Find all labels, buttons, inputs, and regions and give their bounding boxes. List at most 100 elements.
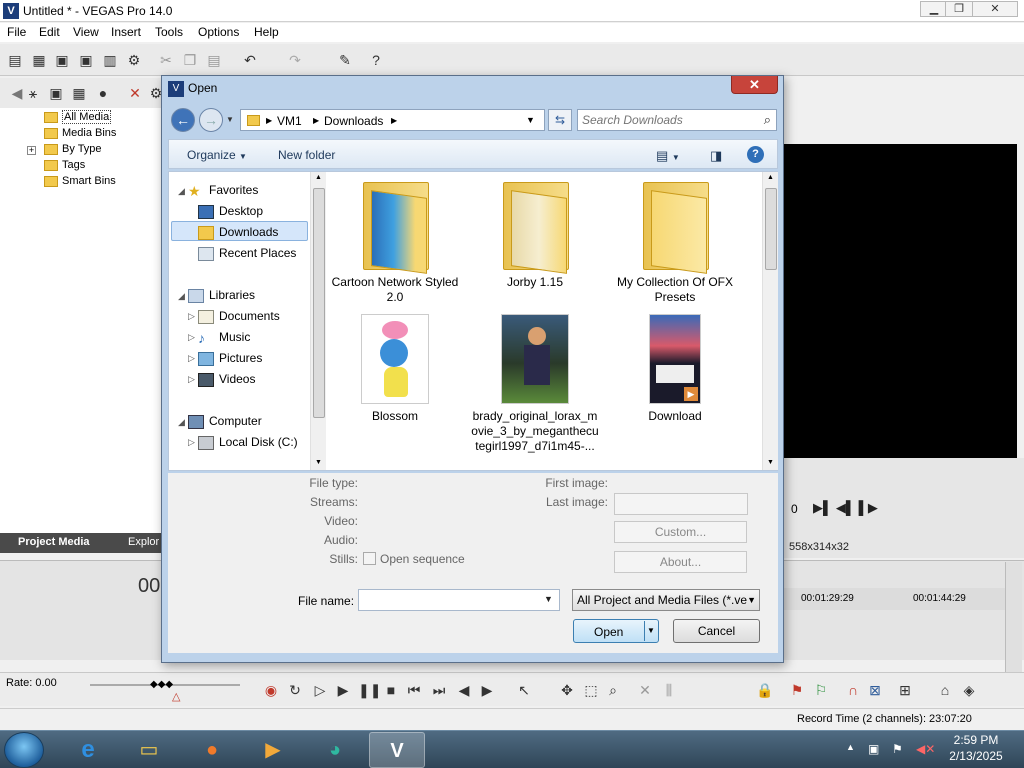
timeline-ruler[interactable]: 00:01:29:29 00:01:44:29 [783,588,1005,610]
vegas-pro-taskbar-icon[interactable]: V [369,732,425,768]
new-folder-button[interactable]: New folder [278,148,335,162]
expand-arrow-icon[interactable]: ▷ [188,374,195,385]
preview-pane-icon[interactable]: ◨ [710,148,722,164]
redo-icon[interactable]: ↷ [286,51,304,69]
pause-icon[interactable]: ❚❚ [358,681,381,699]
ripple-edit-icon[interactable]: ⊞ [896,681,914,699]
properties-gear-icon[interactable]: ⚙ [125,51,143,69]
loop-icon[interactable]: ↻ [286,681,304,699]
address-bar[interactable]: ▶ VM1 ▶ Downloads ▶ ▼ [240,109,545,131]
cut-icon[interactable]: ✂ [157,51,175,69]
region-icon[interactable]: ⚐ [812,681,830,699]
record-icon[interactable]: ◉ [262,681,280,699]
chevron-right-icon[interactable]: ▶ [391,116,397,125]
custom-button[interactable]: Custom... [614,521,747,543]
close-button[interactable]: ✕ [972,1,1018,17]
scroll-up-icon[interactable]: ▲ [767,174,774,181]
menu-file[interactable]: File [7,25,26,39]
file-item[interactable]: ▶ Download [610,312,740,424]
save-icon[interactable]: ▣ [53,51,71,69]
nav-local-disk[interactable]: Local Disk (C:) [198,432,298,452]
delete-icon[interactable]: ✕ [636,681,654,699]
address-dropdown-icon[interactable]: ▼ [526,115,535,125]
show-hidden-icons-icon[interactable]: ▲ [846,742,855,752]
nav-computer[interactable]: Computer [188,411,262,431]
expand-arrow-icon[interactable]: ▷ [188,353,195,364]
breadcrumb-downloads[interactable]: Downloads [324,114,383,128]
tab-explorer[interactable]: Explor [128,536,159,548]
lock-envelopes-icon[interactable]: ⌂ [936,681,954,699]
tree-item-by-type[interactable]: By Type [44,142,102,157]
marker-icon[interactable]: ⚑ [788,681,806,699]
scrollbar-thumb[interactable] [313,188,325,418]
clock-time[interactable]: 2:59 PM [948,733,1004,747]
trim-icon[interactable]: ⫼ [660,681,678,699]
open-icon[interactable]: ▦ [30,51,48,69]
rate-slider-thumb-icon[interactable]: ◆◆◆ [150,679,173,690]
internet-explorer-icon[interactable]: e [60,732,116,768]
media-player-icon[interactable]: ▶ [245,732,301,768]
next-frame-icon[interactable]: ▶ [478,681,496,699]
chevron-right-icon[interactable]: ▶ [266,116,272,125]
last-image-field[interactable] [614,493,748,515]
file-item[interactable]: Blossom [330,312,460,424]
play-icon[interactable]: ▶ [334,681,352,699]
start-button[interactable] [4,732,44,768]
scroll-down-icon[interactable]: ▼ [315,459,322,466]
nav-recent-places[interactable]: Recent Places [198,243,296,263]
help-icon[interactable]: ? [747,146,764,163]
recent-locations-dropdown-icon[interactable]: ▼ [226,115,234,124]
tree-item-all-media[interactable]: All Media [44,110,112,125]
save-as-icon[interactable]: ▣ [77,51,95,69]
maximize-button[interactable]: ❐ [945,1,973,17]
go-to-start-icon[interactable]: ⏮ [405,681,423,699]
remove-icon[interactable]: ✕ [126,84,144,102]
dialog-close-button[interactable]: ✕ [731,76,778,94]
tree-item-tags[interactable]: Tags [44,158,85,173]
minimize-button[interactable]: ▁ [920,1,948,17]
capture-icon[interactable]: ▦ [70,84,88,102]
render-icon[interactable]: ▥ [101,51,119,69]
help-question-icon[interactable]: ? [367,51,385,69]
file-explorer-icon[interactable]: ▭ [121,732,177,768]
menu-tools[interactable]: Tools [155,25,183,39]
web-globe-icon[interactable]: ● [94,84,112,102]
chevron-right-icon[interactable]: ▶ [313,116,319,125]
scroll-down-icon[interactable]: ▼ [767,459,774,466]
scroll-up-icon[interactable]: ▲ [315,174,322,181]
go-to-end-icon[interactable]: ⏭ [430,681,448,699]
auto-crossfade-icon[interactable]: ⊠ [866,681,884,699]
timeline-vertical-scrollbar[interactable] [1005,562,1022,672]
menu-options[interactable]: Options [198,25,239,39]
menu-edit[interactable]: Edit [39,25,60,39]
refresh-icon[interactable]: ⇆ [548,109,572,131]
clock-date[interactable]: 2/13/2025 [943,749,1009,763]
firefox-icon[interactable]: ● [184,732,240,768]
collapse-arrow-icon[interactable]: ◢ [178,291,185,302]
menu-insert[interactable]: Insert [111,25,141,39]
edit-tool-icon[interactable]: ✎ [336,51,354,69]
nav-libraries[interactable]: Libraries [188,285,255,305]
nav-downloads[interactable]: Downloads [171,221,308,241]
cancel-button[interactable]: Cancel [673,619,760,643]
volume-muted-icon[interactable]: ◀✕ [916,742,935,756]
prev-frame-icon[interactable]: ◀ [455,681,473,699]
file-item[interactable]: My Collection Of OFX Presets [610,178,740,305]
navigation-scrollbar[interactable]: ▲ ▼ [310,172,326,470]
chat-app-icon[interactable]: ◕ [307,732,363,768]
import-media-icon[interactable]: ▣ [47,84,65,102]
expand-arrow-icon[interactable]: ▷ [188,437,195,448]
tree-item-media-bins[interactable]: Media Bins [44,126,116,141]
scrollbar-thumb[interactable] [765,188,777,270]
search-box[interactable]: ⌕ [577,109,777,131]
organize-button[interactable]: Organize ▼ [187,148,247,162]
file-list-scrollbar[interactable]: ▲ ▼ [762,172,778,470]
nav-desktop[interactable]: Desktop [198,201,263,221]
file-item[interactable]: Cartoon Network Styled 2.0 [330,178,460,305]
envelope-tool-icon[interactable]: ✥ [558,681,576,699]
copy-icon[interactable]: ❐ [181,51,199,69]
file-name-input[interactable] [358,589,560,611]
file-type-select[interactable]: All Project and Media Files (*.ve ▼ [572,589,760,611]
ignore-grouping-icon[interactable]: ◈ [960,681,978,699]
breadcrumb-vm1[interactable]: VM1 [277,114,302,128]
